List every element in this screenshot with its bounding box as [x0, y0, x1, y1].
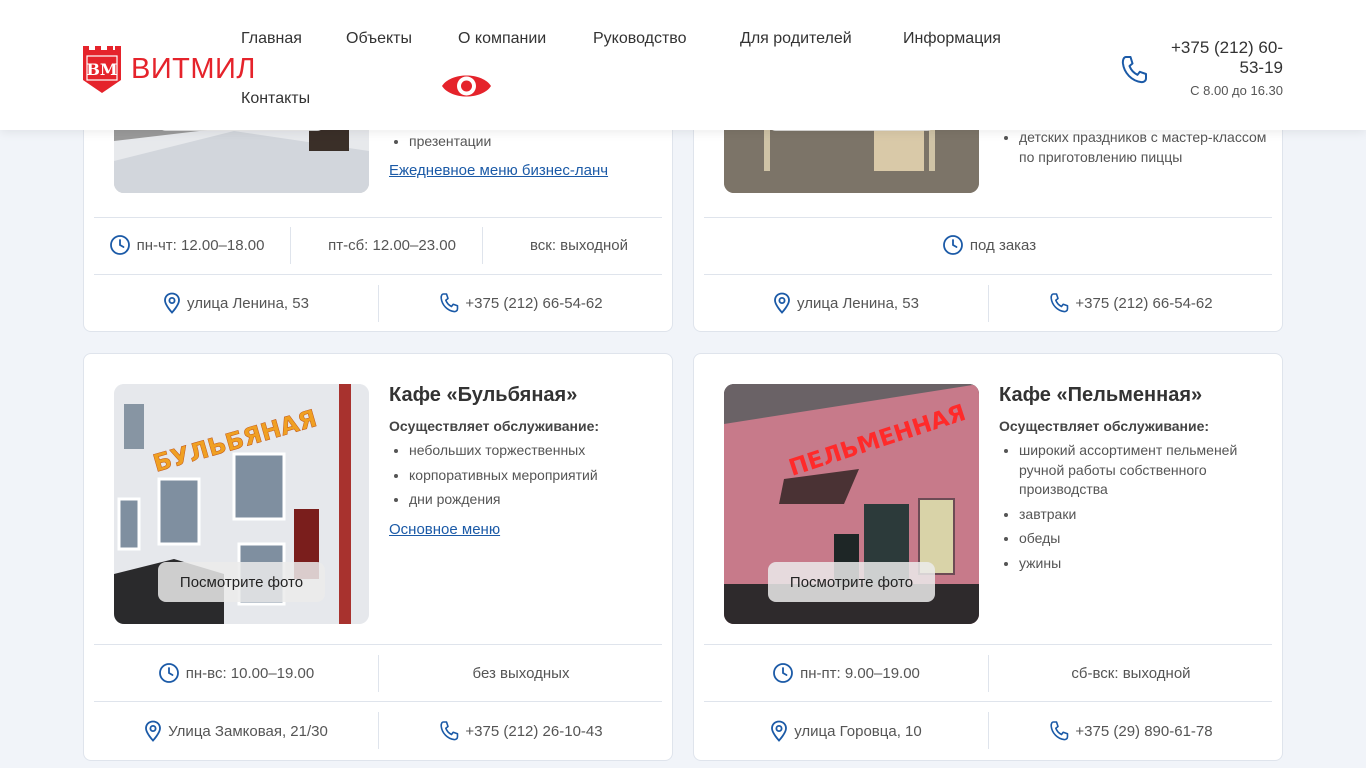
header-work-hours: С 8.00 до 16.30 [1190, 83, 1283, 98]
site-header: BM ВИТМИЛ Главная Объекты О компании Рук… [0, 0, 1366, 130]
phone-cell[interactable]: +375 (212) 66-54-62 [379, 291, 663, 315]
nav-item-about[interactable]: О компании [458, 30, 546, 48]
phone-icon [1050, 293, 1069, 313]
divider [704, 644, 1272, 645]
hours-text: сб-вск: выходной [1071, 664, 1191, 682]
logo-emblem-letters: BM [86, 60, 117, 79]
hours-cell: сб-вск: выходной [989, 661, 1273, 685]
hours-cell: вск: выходной [494, 233, 664, 257]
hours-cell: пн-пт: 9.00–19.00 [704, 661, 988, 685]
nav-item-info[interactable]: Информация [903, 30, 1001, 48]
main-menu-link[interactable]: Основное меню [389, 521, 500, 538]
location-pin-icon [164, 292, 180, 314]
services-list: презентации [409, 132, 491, 157]
divider [704, 217, 1272, 218]
service-item: презентации [409, 132, 491, 152]
hours-cell: без выходных [379, 661, 663, 685]
nav-item-home[interactable]: Главная [241, 30, 302, 48]
service-item: небольших торжественных [409, 441, 598, 461]
service-item: обеды [1019, 529, 1259, 549]
address-text: улица Ленина, 53 [187, 294, 309, 312]
hours-text: под заказ [969, 236, 1037, 254]
service-item: дни рождения [409, 490, 598, 510]
divider [94, 701, 662, 702]
view-photo-button[interactable]: Посмотрите фото [768, 562, 935, 602]
business-lunch-menu-link[interactable]: Ежедневное меню бизнес-ланч [389, 162, 608, 179]
location-pin-icon [771, 720, 788, 742]
hours-text: пт-сб: 12.00–23.00 [328, 236, 456, 254]
address-text: улица Горовца, 10 [794, 722, 922, 740]
view-photo-button[interactable]: Посмотрите фото [158, 562, 325, 602]
venue-photo[interactable]: ПЕЛЬМЕННАЯ Посмотрите фото [724, 384, 979, 624]
hours-text: пн-вс: 10.00–19.00 [185, 664, 315, 682]
venue-card: ПЕЛЬМЕННАЯ Посмотрите фото Кафе «Пельмен… [693, 353, 1283, 761]
services-list: небольших торжественных корпоративных ме… [409, 441, 598, 515]
phone-cell[interactable]: +375 (212) 66-54-62 [989, 291, 1273, 315]
venue-title: Кафе «Бульбяная» [389, 384, 578, 406]
address-text: Улица Замковая, 21/30 [168, 722, 328, 740]
phone-icon [1050, 721, 1069, 741]
location-pin-icon [145, 720, 162, 742]
phone-text[interactable]: +375 (29) 890-61-78 [1075, 723, 1212, 740]
address-text: улица Ленина, 53 [797, 294, 919, 312]
divider [290, 227, 291, 264]
location-pin-icon [774, 292, 790, 314]
service-item: корпоративных мероприятий [409, 466, 598, 486]
service-item: широкий ассортимент пельменей ручной раб… [1019, 441, 1259, 500]
venue-card: БУЛЬБЯНАЯ Посмотрите фото Кафе «Бульбяна… [83, 353, 673, 761]
clock-icon [942, 235, 963, 255]
accessibility-eye-icon[interactable] [441, 70, 492, 102]
venue-photo[interactable]: БУЛЬБЯНАЯ Посмотрите фото [114, 384, 369, 624]
nav-item-objects[interactable]: Объекты [346, 30, 412, 48]
divider [94, 274, 662, 275]
phone-icon [440, 721, 459, 741]
service-item: детских праздников с мастер-классом по п… [1019, 128, 1269, 167]
hours-text: пн-чт: 12.00–18.00 [136, 236, 265, 254]
phone-text[interactable]: +375 (212) 26-10-43 [465, 723, 602, 740]
hours-cell: пн-вс: 10.00–19.00 [94, 661, 378, 685]
hours-cell: под заказ [704, 233, 1274, 257]
service-item: завтраки [1019, 505, 1259, 525]
services-list: детских праздников с мастер-классом по п… [1019, 128, 1269, 172]
brand-name: ВИТМИЛ [131, 52, 256, 85]
hours-cell: пн-чт: 12.00–18.00 [104, 233, 269, 257]
divider [704, 274, 1272, 275]
address-cell: Улица Замковая, 21/30 [94, 719, 378, 743]
hours-text: пн-пт: 9.00–19.00 [800, 664, 920, 682]
phone-icon [440, 293, 459, 313]
phone-text[interactable]: +375 (212) 66-54-62 [1075, 295, 1212, 312]
clock-icon [109, 235, 130, 255]
services-heading: Осуществляет обслуживание: [999, 418, 1210, 434]
hours-cell: пт-сб: 12.00–23.00 [302, 233, 482, 257]
nav-item-contacts[interactable]: Контакты [241, 90, 310, 108]
venue-title: Кафе «Пельменная» [999, 384, 1203, 406]
nav-item-parents[interactable]: Для родителей [740, 30, 852, 48]
phone-cell[interactable]: +375 (212) 26-10-43 [379, 719, 663, 743]
divider [704, 701, 1272, 702]
hours-text: без выходных [472, 664, 570, 682]
phone-icon [1121, 56, 1147, 84]
clock-icon [773, 663, 793, 683]
logo-emblem-icon: BM [83, 46, 121, 93]
nav-item-management[interactable]: Руководство [593, 30, 687, 48]
clock-icon [158, 663, 179, 683]
site-logo[interactable]: BM ВИТМИЛ [82, 44, 256, 94]
address-cell: улица Ленина, 53 [704, 291, 988, 315]
header-phone-number[interactable]: +375 (212) 60-53-19 [1158, 38, 1283, 78]
phone-cell[interactable]: +375 (29) 890-61-78 [989, 719, 1273, 743]
service-item: ужины [1019, 554, 1259, 574]
services-heading: Осуществляет обслуживание: [389, 418, 600, 434]
address-cell: улица Горовца, 10 [704, 719, 988, 743]
address-cell: улица Ленина, 53 [94, 291, 378, 315]
divider [94, 644, 662, 645]
hours-text: вск: выходной [529, 236, 629, 254]
services-list: широкий ассортимент пельменей ручной раб… [1019, 441, 1259, 578]
divider [94, 217, 662, 218]
divider [482, 227, 483, 264]
phone-text[interactable]: +375 (212) 66-54-62 [465, 295, 602, 312]
